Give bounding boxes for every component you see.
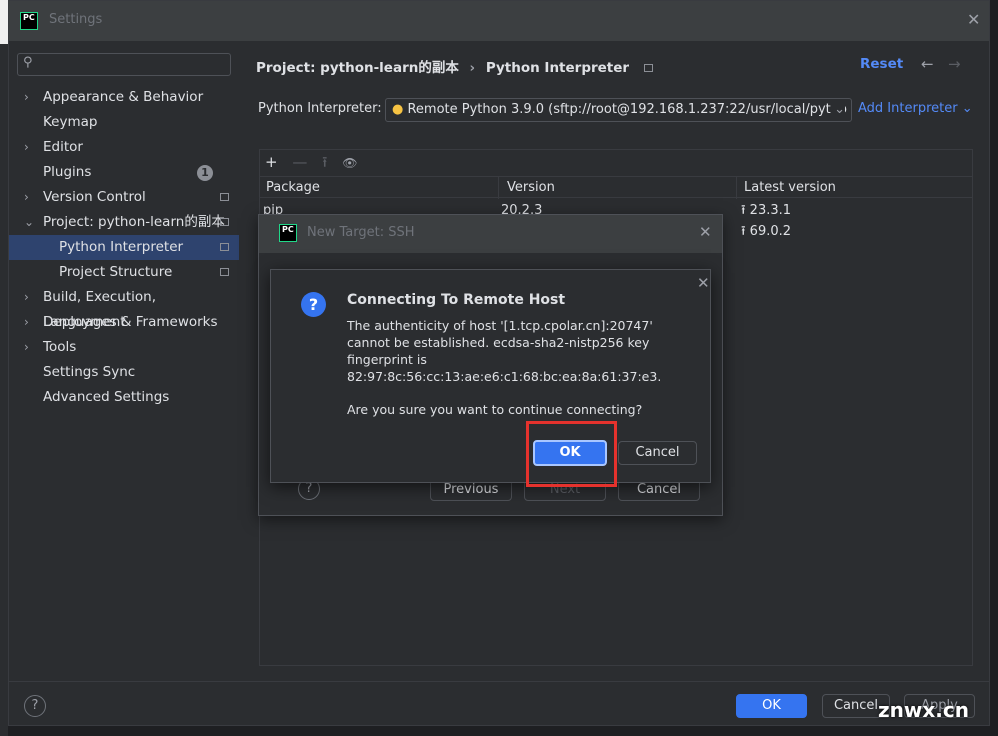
project-scope-icon (220, 268, 229, 276)
sidebar-item[interactable]: › Version Control (9, 185, 239, 210)
sidebar-item-label: Version Control (43, 189, 146, 205)
close-icon[interactable]: ✕ (967, 10, 980, 29)
package-latest-version: ⭱ 23.3.1 (741, 203, 792, 218)
sidebar-item-label: Project Structure (59, 264, 173, 280)
close-icon[interactable]: ✕ (699, 223, 712, 241)
sidebar-item[interactable]: › Languages & Frameworks (9, 310, 239, 335)
search-icon: ⚲ (23, 55, 33, 70)
project-scope-icon (220, 218, 229, 226)
column-latest-version[interactable]: Latest version (736, 177, 836, 199)
column-version[interactable]: Version (498, 177, 555, 199)
watermark: znwx.cn (878, 698, 969, 722)
breadcrumb-page: Python Interpreter (485, 60, 630, 76)
sidebar-item-label: Keymap (43, 114, 98, 130)
sidebar-item[interactable]: Project Structure (9, 260, 239, 285)
interpreter-value: Remote Python 3.9.0 (sftp://root@192.168… (407, 102, 847, 117)
sidebar-item-label: Appearance & Behavior (43, 89, 204, 105)
sidebar-item-label: Settings Sync (43, 364, 136, 380)
chevron-icon[interactable]: › (24, 185, 29, 210)
search-input[interactable]: ⚲ (17, 53, 231, 76)
sidebar-item[interactable]: › Build, Execution, Deployment (9, 285, 239, 330)
packages-toolbar: + — ⭱ 👁 (265, 152, 357, 177)
back-arrow-icon[interactable]: ← (921, 55, 934, 73)
confirm-message: The authenticity of host '[1.tcp.cpolar.… (347, 318, 662, 384)
breadcrumb: Project: python-learn的副本 › Python Interp… (256, 56, 653, 76)
sidebar-item[interactable]: › Tools (9, 335, 239, 360)
sidebar-item-label: Plugins (43, 164, 92, 180)
interpreter-select[interactable]: ● Remote Python 3.9.0 (sftp://root@192.1… (385, 98, 852, 122)
confirm-host-dialog: ✕ ? Connecting To Remote Host The authen… (270, 269, 711, 483)
confirm-question: Are you sure you want to continue connec… (347, 402, 643, 417)
sidebar-item[interactable]: Plugins 1 (9, 160, 239, 185)
sidebar-item[interactable]: Keymap (9, 110, 239, 135)
sidebar-item-label: Project: python-learn的副本 (43, 214, 225, 230)
project-scope-icon (220, 243, 229, 251)
chevron-down-icon: ⌄ (831, 99, 845, 121)
ssh-dialog-title: New Target: SSH (307, 225, 415, 240)
help-button[interactable]: ? (24, 695, 46, 717)
upgrade-package-icon[interactable]: ⭱ (322, 153, 327, 171)
column-package[interactable]: Package (266, 177, 320, 199)
title-bar: PC Settings ✕ (9, 1, 989, 41)
chevron-icon[interactable]: ⌄ (24, 210, 34, 235)
package-latest-version: ⭱ 69.0.2 (741, 224, 792, 239)
window-title: Settings (49, 12, 103, 27)
sidebar-item-label: Languages & Frameworks (43, 314, 218, 330)
sidebar-item[interactable]: › Editor (9, 135, 239, 160)
confirm-cancel-button[interactable]: Cancel (618, 441, 697, 465)
add-interpreter-button[interactable]: Add Interpreter ⌄ (858, 101, 973, 116)
sidebar-item[interactable]: ⌄ Project: python-learn的副本 (9, 210, 239, 235)
pycharm-logo: PC (279, 224, 297, 242)
chevron-icon[interactable]: › (24, 85, 29, 110)
sidebar-item-label: Tools (43, 339, 77, 355)
sidebar: ⚲ › Appearance & Behavior Keymap › Editor Plu… (9, 41, 239, 681)
eye-icon[interactable]: 👁 (342, 156, 357, 170)
interpreter-label: Python Interpreter: (258, 101, 382, 116)
sidebar-item[interactable]: Python Interpreter (9, 235, 239, 260)
project-scope-icon (643, 64, 653, 72)
highlight-box (526, 421, 617, 487)
confirm-title: Connecting To Remote Host (347, 292, 566, 308)
table-header: Package Version Latest version (260, 176, 972, 199)
reset-link[interactable]: Reset (860, 56, 903, 72)
remove-package-icon[interactable]: — (292, 153, 307, 171)
add-package-icon[interactable]: + (265, 153, 278, 171)
sidebar-item[interactable]: › Appearance & Behavior (9, 85, 239, 110)
pycharm-logo: PC (20, 12, 38, 30)
sidebar-item-label: Editor (43, 139, 83, 155)
sidebar-item[interactable]: Settings Sync (9, 360, 239, 385)
chevron-icon[interactable]: › (24, 285, 29, 310)
breadcrumb-separator: › (469, 60, 476, 76)
plugins-badge: 1 (197, 165, 213, 181)
chevron-icon[interactable]: › (24, 310, 29, 335)
question-icon: ? (301, 292, 326, 317)
footer-divider (9, 681, 989, 682)
sidebar-item-label: Advanced Settings (43, 389, 170, 405)
python-icon: ● (392, 102, 404, 117)
ssh-dialog-title-bar: PC New Target: SSH ✕ (259, 215, 722, 253)
ok-button[interactable]: OK (736, 694, 807, 718)
breadcrumb-project[interactable]: Project: python-learn的副本 (256, 60, 459, 76)
sidebar-item[interactable]: Advanced Settings (9, 385, 239, 410)
chevron-icon[interactable]: › (24, 335, 29, 360)
forward-arrow-icon[interactable]: → (948, 55, 961, 73)
close-icon[interactable]: ✕ (697, 274, 710, 292)
background-app (0, 0, 8, 736)
chevron-icon[interactable]: › (24, 135, 29, 160)
project-scope-icon (220, 193, 229, 201)
sidebar-item-label: Python Interpreter (59, 239, 184, 255)
